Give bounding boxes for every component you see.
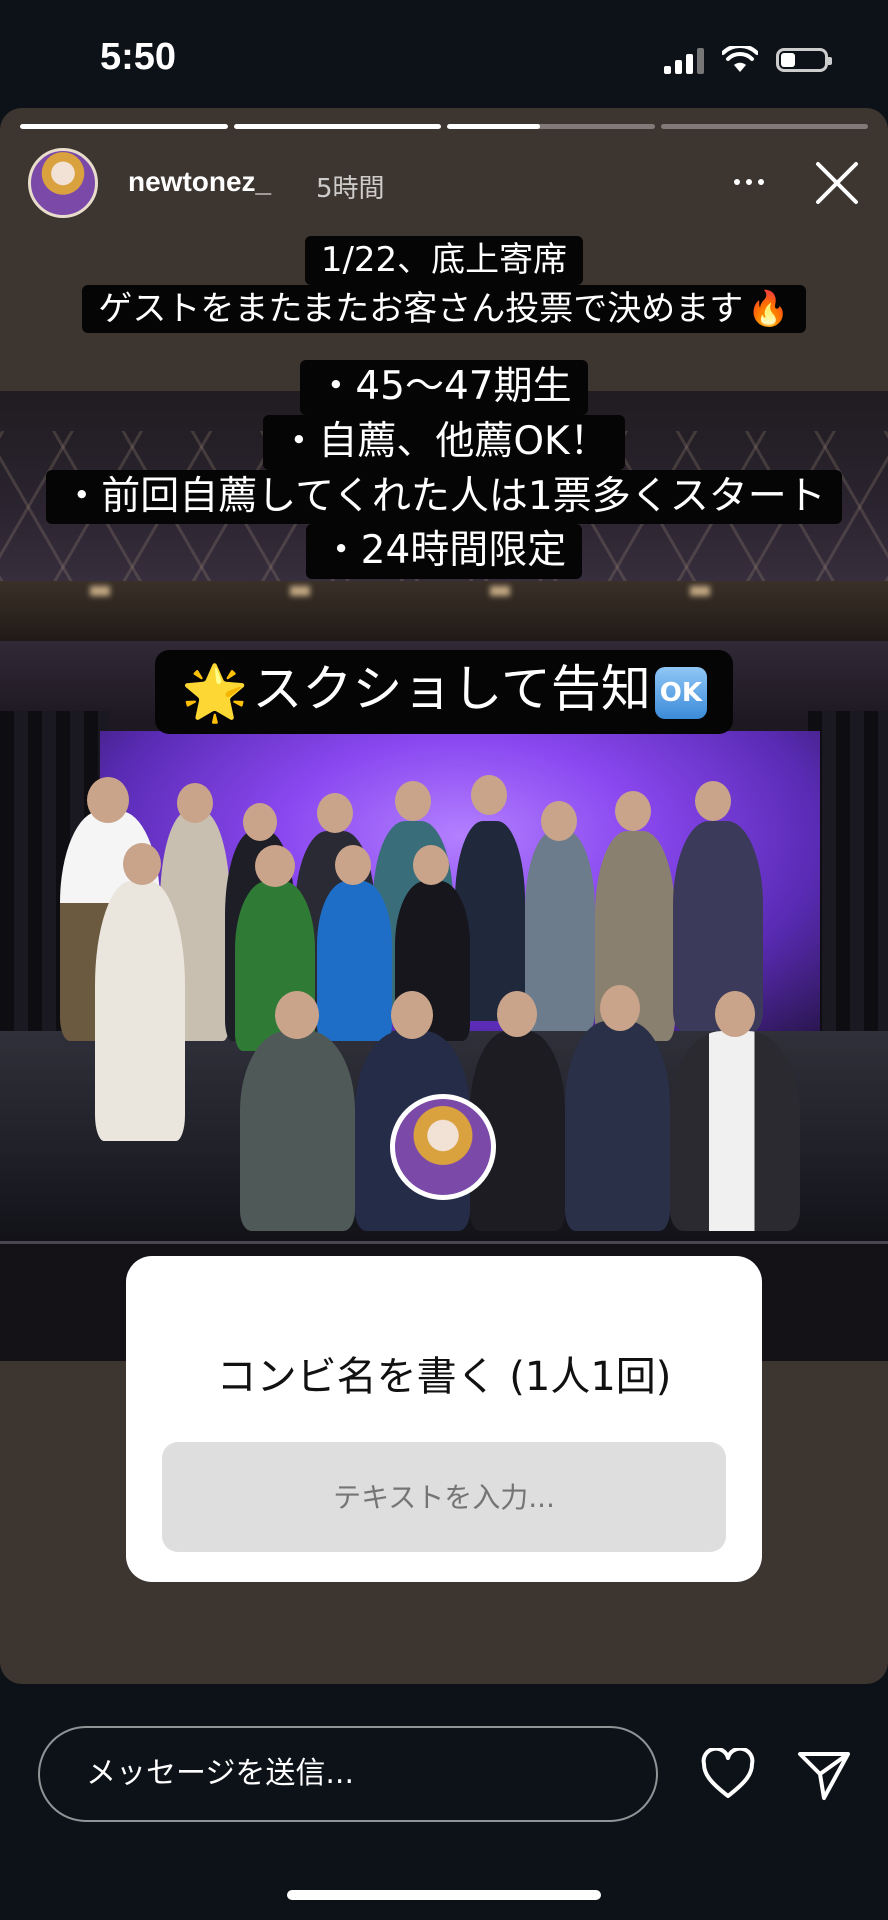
- stage-lights: [0, 586, 888, 596]
- question-answer-input[interactable]: [162, 1442, 726, 1552]
- wifi-icon: [722, 46, 758, 72]
- caption-screenshot-announce: 🌟スクショして告知 OK: [0, 650, 888, 735]
- caption-line: ゲストをまたまたお客さん投票で決めます 🔥: [82, 284, 806, 333]
- glowing-star-icon: 🌟: [181, 660, 249, 724]
- sticker-avatar: [390, 1094, 496, 1200]
- close-icon[interactable]: [812, 158, 862, 208]
- caption-line: ・45〜47期生: [300, 360, 588, 415]
- send-icon[interactable]: [796, 1746, 852, 1802]
- fire-icon: 🔥: [747, 288, 790, 329]
- status-bar: 5:50: [0, 0, 888, 110]
- question-sticker[interactable]: コンビ名を書く (1人1回): [126, 1256, 762, 1582]
- progress-segment: [660, 124, 868, 129]
- caption-line: 🌟スクショして告知 OK: [155, 650, 733, 735]
- caption-line: ・前回自薦してくれた人は1票多くスタート: [46, 469, 842, 525]
- username[interactable]: newtonez_: [128, 166, 271, 198]
- story-progress: [20, 124, 868, 129]
- ok-badge-icon: OK: [654, 666, 707, 719]
- cellular-signal-icon: [664, 46, 704, 74]
- instagram-story-screen: 5:50 newtonez_ 5時間 1/22、底上寄席 ゲストをまたまたお客さ…: [0, 0, 888, 1920]
- story-card[interactable]: newtonez_ 5時間 1/22、底上寄席 ゲストをまたまたお客さん投票で決…: [0, 108, 888, 1684]
- question-title: コンビ名を書く (1人1回): [216, 1354, 672, 1400]
- caption-line: ・24時間限定: [305, 524, 583, 579]
- message-input[interactable]: メッセージを送信...: [38, 1726, 658, 1822]
- caption-line: ・自薦、他薦OK！: [263, 414, 625, 470]
- caption-title: 1/22、底上寄席 ゲストをまたまたお客さん投票で決めます 🔥: [0, 236, 888, 333]
- more-options-icon[interactable]: [725, 164, 773, 200]
- progress-segment: [447, 124, 655, 129]
- profile-avatar[interactable]: [28, 148, 98, 218]
- status-icons: [664, 44, 832, 76]
- status-time: 5:50: [100, 36, 177, 78]
- battery-icon: [776, 48, 832, 72]
- post-time: 5時間: [316, 174, 385, 204]
- caption-conditions: ・45〜47期生 ・自薦、他薦OK！ ・前回自薦してくれた人は1票多くスタート …: [0, 360, 888, 579]
- heart-icon[interactable]: [700, 1748, 756, 1800]
- caption-line: 1/22、底上寄席: [304, 236, 584, 285]
- home-indicator[interactable]: [287, 1890, 601, 1900]
- battery-level: [781, 53, 796, 67]
- progress-segment: [20, 124, 228, 129]
- progress-segment: [233, 124, 441, 129]
